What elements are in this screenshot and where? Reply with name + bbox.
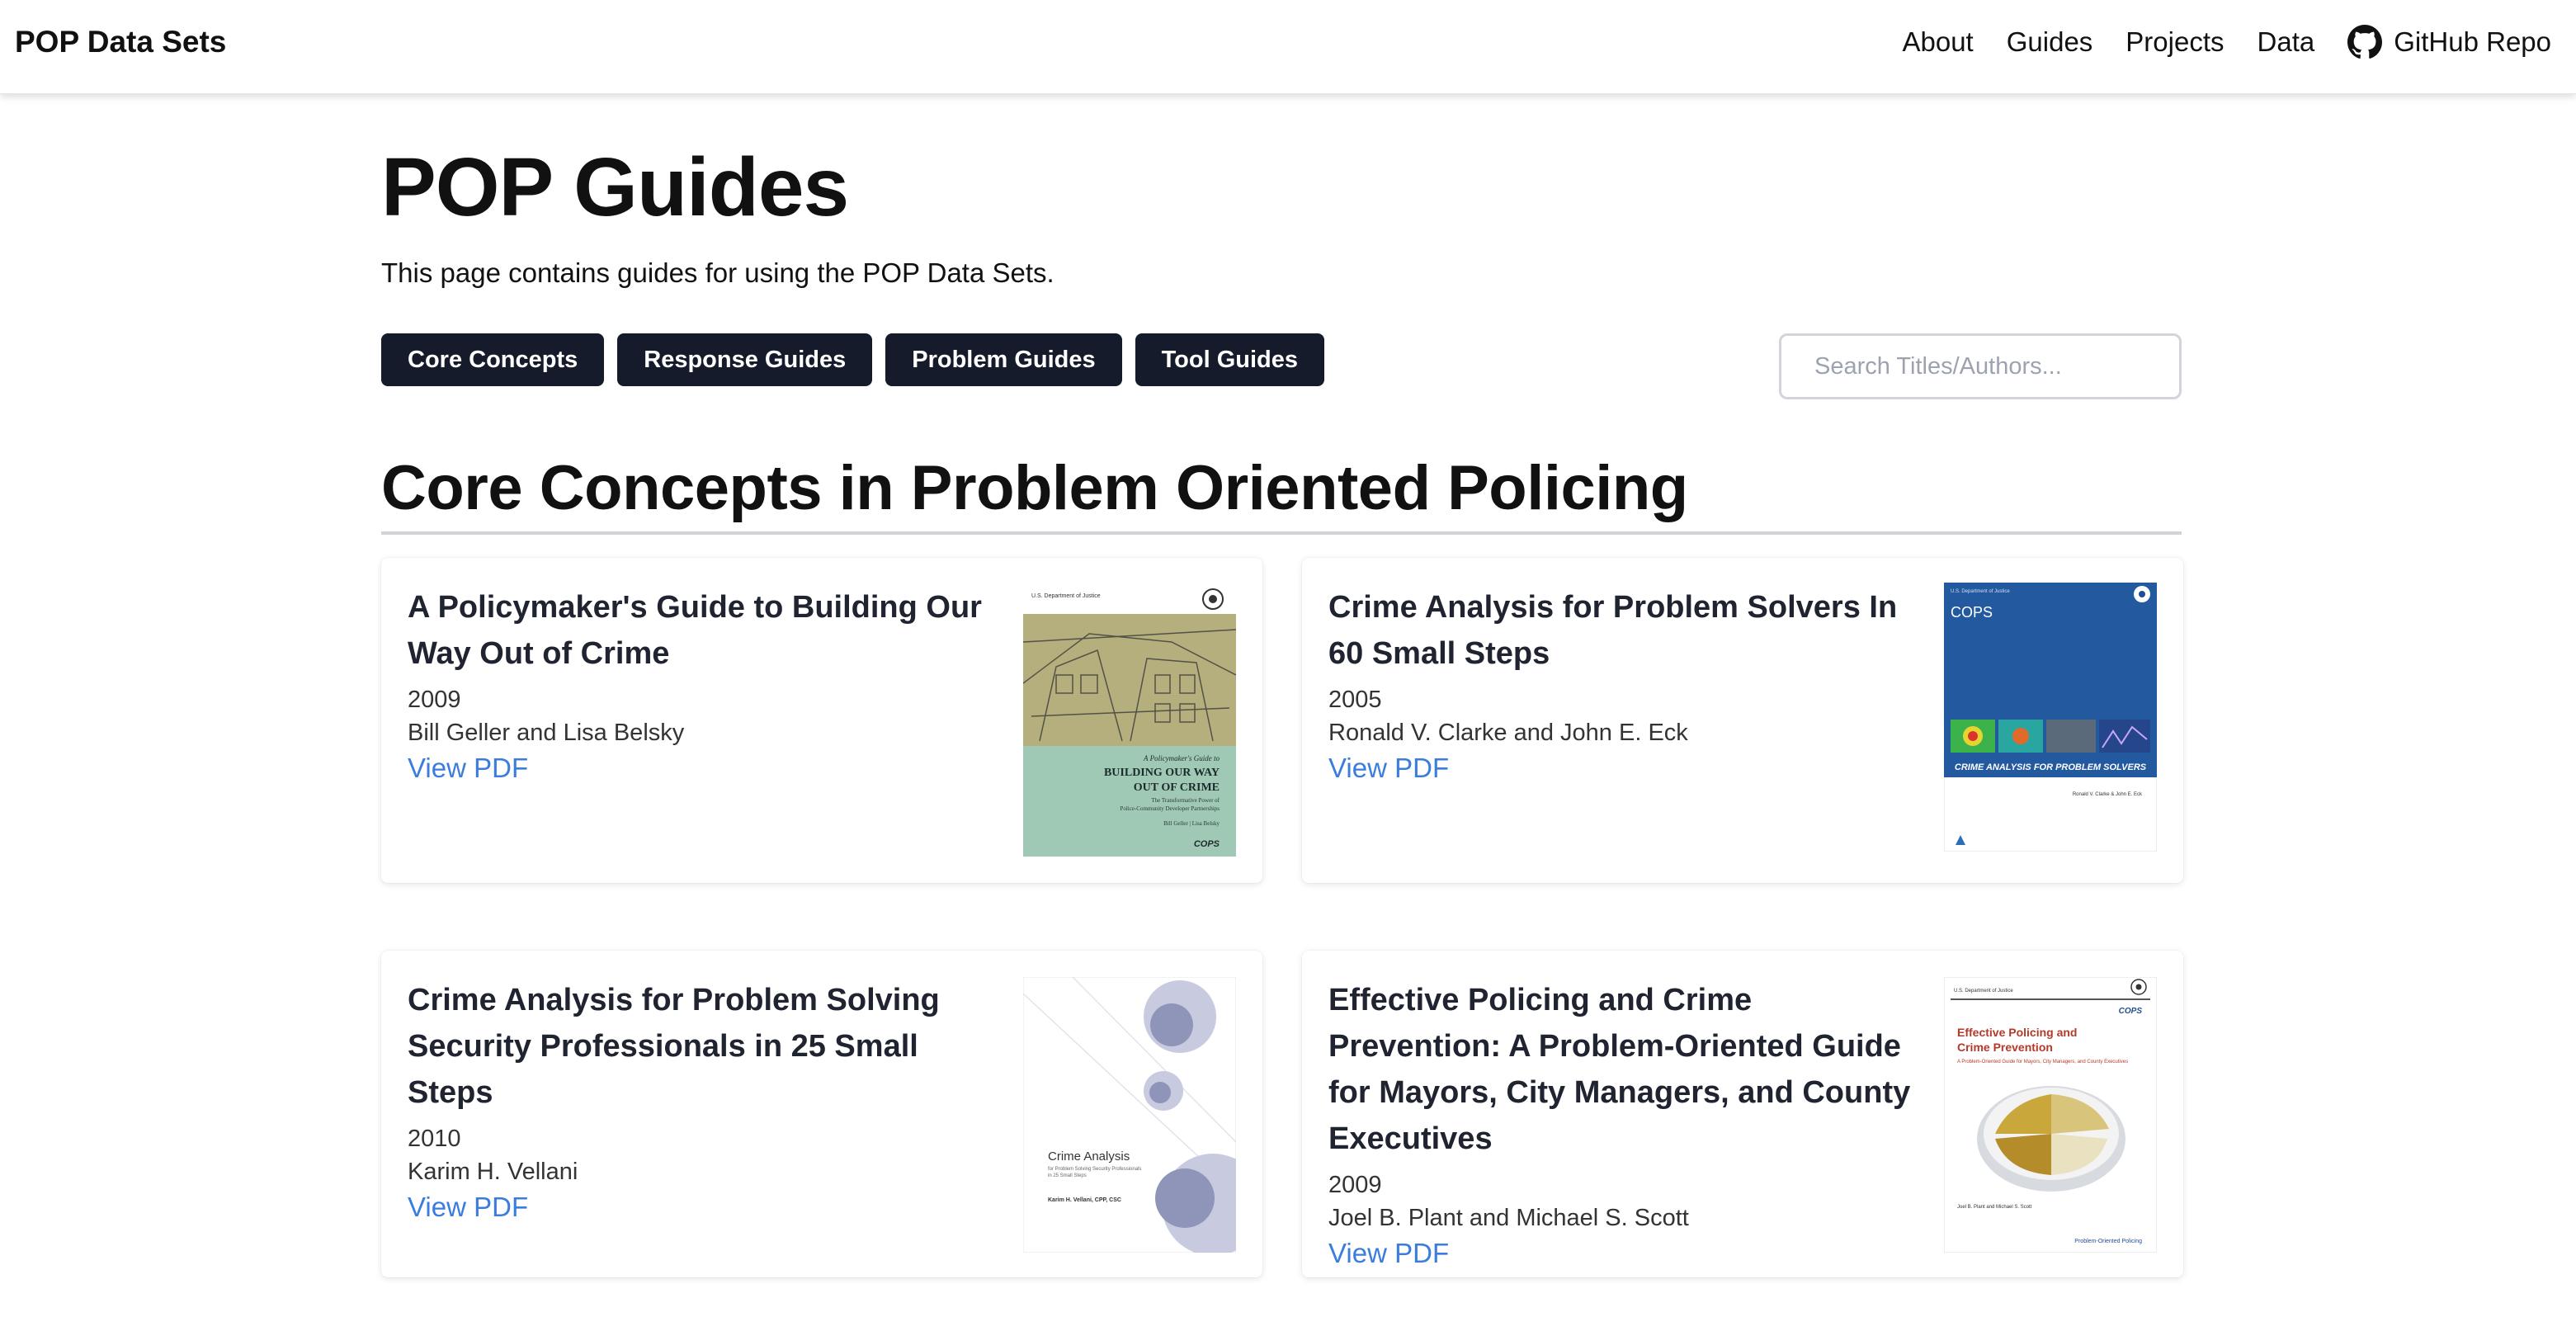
cover-effective-policing: U.S. Department of Justice COPS Effectiv… <box>1944 977 2157 1253</box>
cover-authors: Ronald V. Clarke & John E. Eck <box>2073 792 2143 797</box>
guide-card: Crime Analysis for Problem Solvers In 60… <box>1302 558 2183 883</box>
cover-title-big: CRIME ANALYSIS FOR PROBLEM SOLVERS <box>1955 762 2147 772</box>
section-title: Core Concepts in Problem Oriented Polici… <box>381 453 1688 523</box>
brand-link[interactable]: POP Data Sets <box>15 25 226 59</box>
view-pdf-link[interactable]: View PDF <box>408 1188 993 1226</box>
search-input[interactable] <box>1779 333 2182 399</box>
cops-logo: COPS <box>1194 839 1220 849</box>
cover-title-big: Crime Analysis <box>1048 1149 1130 1164</box>
cover-authors: Bill Geller | Lisa Belsky <box>1163 820 1220 827</box>
guide-cover-image[interactable]: U.S. Department of Justice COPS CRIME AN… <box>1944 583 2157 852</box>
cover-authors: Joel B. Plant and Michael S. Scott <box>1957 1205 2032 1210</box>
nav-link-projects[interactable]: Projects <box>2125 26 2224 58</box>
cover-title-big: BUILDING OUR WAY <box>1104 767 1220 779</box>
nav-link-github[interactable]: GitHub Repo <box>2347 25 2551 59</box>
cover-subtitle: for Problem Solving Security Professiona… <box>1048 1167 1141 1172</box>
guide-authors: Karim H. Vellani <box>408 1159 578 1185</box>
cover-header-line: U.S. Department of Justice <box>1951 589 2010 594</box>
cover-crime-analysis-25-steps: Crime Analysis for Problem Solving Secur… <box>1023 977 1236 1253</box>
core-concepts-button[interactable]: Core Concepts <box>381 333 605 386</box>
guide-year: 2010 <box>408 1126 461 1152</box>
cover-header-line: U.S. Department of Justice <box>1954 989 2013 994</box>
guide-title: Effective Policing and Crime Prevention:… <box>1328 983 1911 1156</box>
cover-subtitle: The Transformative Power of <box>1151 797 1220 804</box>
guide-authors: Bill Geller and Lisa Belsky <box>408 720 685 746</box>
github-icon <box>2347 25 2383 59</box>
guide-card: A Policymaker's Guide to Building Our Wa… <box>381 558 1262 883</box>
response-guides-button[interactable]: Response Guides <box>617 333 873 386</box>
section-divider <box>381 531 2182 535</box>
page-title: POP Guides <box>381 141 849 234</box>
guide-authors: Joel B. Plant and Michael S. Scott <box>1328 1205 1689 1231</box>
guide-cover-image[interactable]: U.S. Department of Justice COPS Effectiv… <box>1944 977 2157 1253</box>
guide-card: Effective Policing and Crime Prevention:… <box>1302 951 2183 1277</box>
page-description: This page contains guides for using the … <box>381 257 1054 288</box>
view-pdf-link[interactable]: View PDF <box>408 749 993 787</box>
cover-subtitle-2: in 25 Small Steps <box>1048 1173 1087 1178</box>
cover-subtitle: A Problem-Oriented Guide for Mayors, Cit… <box>1957 1060 2128 1064</box>
guide-authors: Ronald V. Clarke and John E. Eck <box>1328 720 1688 746</box>
cover-header-line: U.S. Department of Justice <box>1031 593 1101 599</box>
guide-title: Crime Analysis for Problem Solvers In 60… <box>1328 590 1898 671</box>
cover-title-big: Effective Policing and <box>1957 1026 2077 1039</box>
cover-title-small: A Policymaker's Guide to <box>1143 754 1220 762</box>
problem-guides-button[interactable]: Problem Guides <box>885 333 1122 386</box>
view-pdf-link[interactable]: View PDF <box>1328 749 1914 787</box>
view-pdf-link[interactable]: View PDF <box>1328 1234 1914 1272</box>
guide-year: 2009 <box>1328 1172 1382 1198</box>
nav-link-github-label: GitHub Repo <box>2394 26 2551 57</box>
cops-logo: COPS <box>1951 604 1993 621</box>
category-filter-buttons: Core Concepts Response Guides Problem Gu… <box>381 333 1325 386</box>
cover-building-our-way: U.S. Department of Justice A Policymaker… <box>1023 584 1236 857</box>
guide-card: Crime Analysis for Problem Solving Secur… <box>381 951 1262 1277</box>
guide-title: Crime Analysis for Problem Solving Secur… <box>408 983 940 1110</box>
tool-guides-button[interactable]: Tool Guides <box>1135 333 1325 386</box>
cover-title-big-2: OUT OF CRIME <box>1134 781 1220 794</box>
nav-link-about[interactable]: About <box>1902 26 1973 58</box>
guide-year: 2005 <box>1328 687 1382 713</box>
nav-link-data[interactable]: Data <box>2258 26 2315 58</box>
cover-crime-analysis-60-steps: U.S. Department of Justice COPS CRIME AN… <box>1944 583 2157 852</box>
guide-cover-image[interactable]: U.S. Department of Justice A Policymaker… <box>1023 584 1236 857</box>
guide-year: 2009 <box>408 687 461 713</box>
cover-authors: Karim H. Vellani, CPP, CSC <box>1048 1197 1121 1203</box>
cover-title-big-2: Crime Prevention <box>1957 1041 2053 1054</box>
top-navbar: POP Data Sets About Guides Projects Data… <box>0 0 2576 94</box>
cover-footer: Problem-Oriented Policing <box>2074 1239 2142 1244</box>
cover-subtitle-2: Police-Community Developer Partnerships <box>1120 805 1220 812</box>
guide-cover-image[interactable]: Crime Analysis for Problem Solving Secur… <box>1023 977 1236 1253</box>
nav-link-guides[interactable]: Guides <box>2007 26 2093 58</box>
nav-links: About Guides Projects Data GitHub Repo <box>1902 25 2551 59</box>
cops-logo: COPS <box>2119 1007 2143 1016</box>
guide-title: A Policymaker's Guide to Building Our Wa… <box>408 590 982 671</box>
